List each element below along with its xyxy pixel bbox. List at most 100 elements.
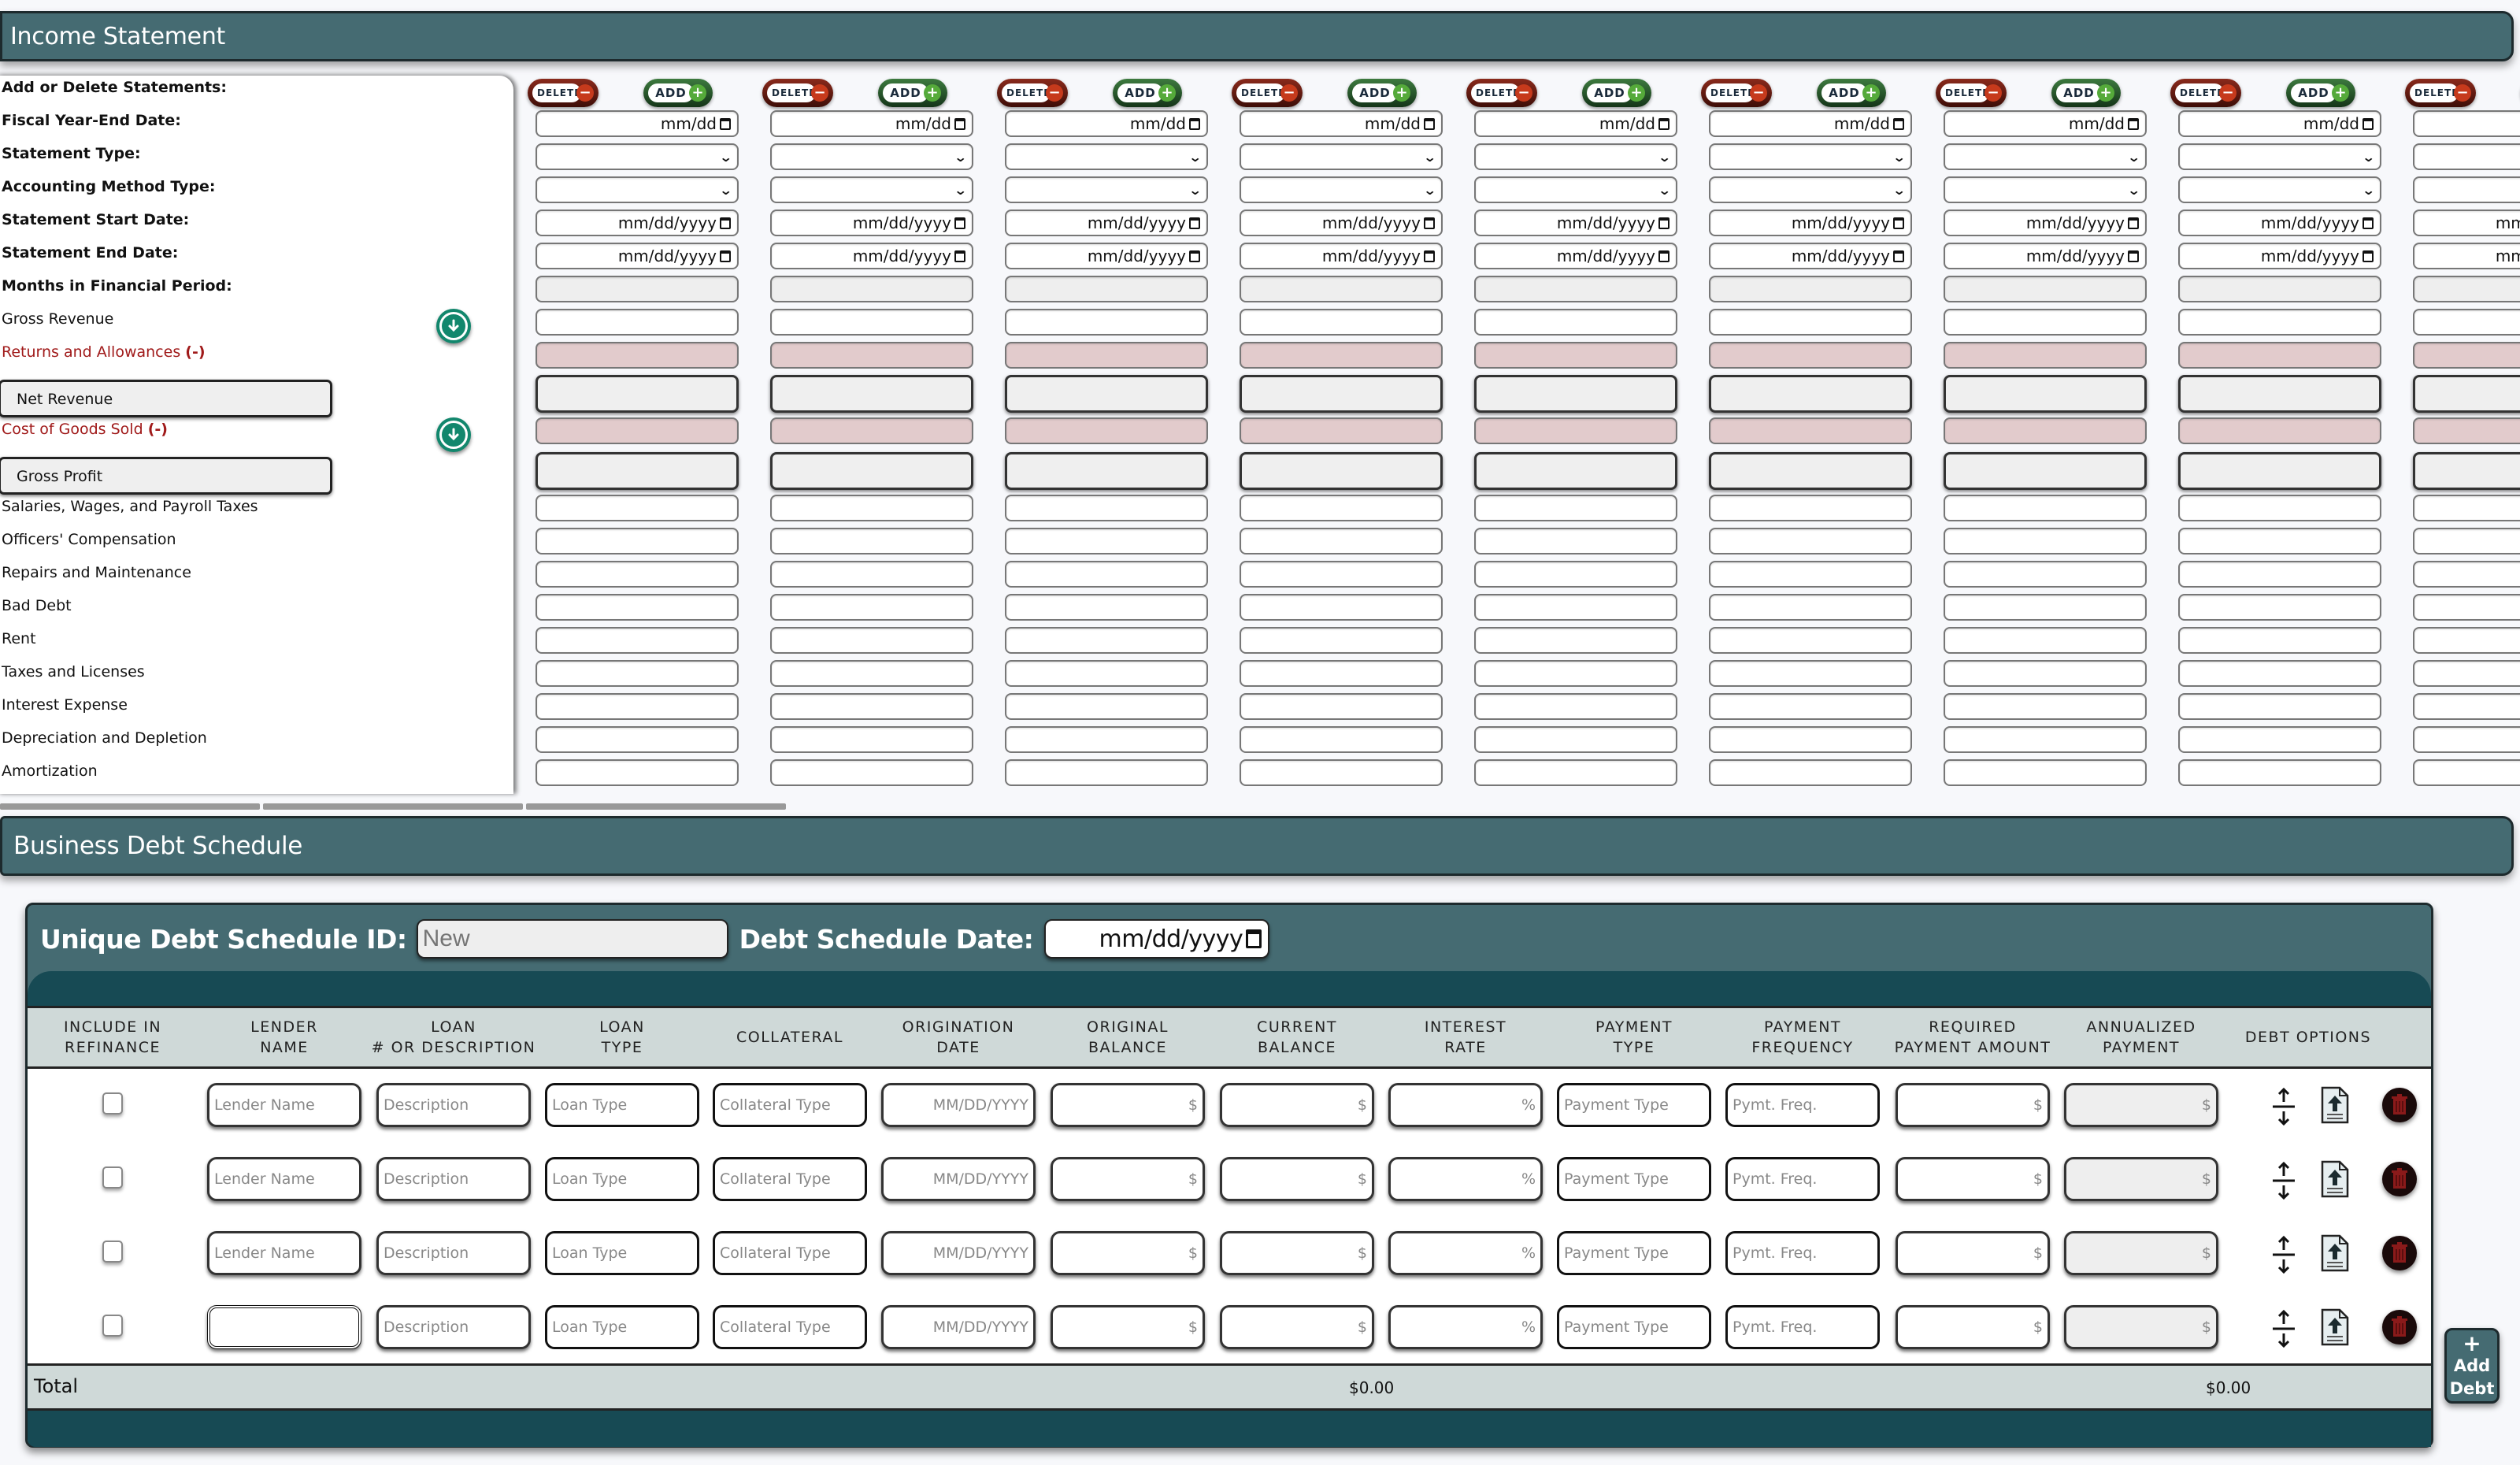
statement-start-field[interactable]: mm/dd/yyyy (770, 210, 973, 236)
repairs-field[interactable] (1944, 561, 2147, 588)
officers-comp-field[interactable] (1005, 528, 1208, 554)
origination-date-input[interactable]: MM/DD/YYYY (881, 1083, 1036, 1127)
interest-expense-field[interactable] (2413, 693, 2520, 720)
gross-revenue-field[interactable] (1005, 309, 1208, 336)
bad-debt-field[interactable] (1709, 594, 1912, 621)
returns-allowances-field[interactable] (1709, 342, 1912, 369)
fiscal-year-end-field[interactable]: mm/dd (1005, 110, 1208, 137)
gross-revenue-field[interactable] (770, 309, 973, 336)
calendar-icon[interactable] (1246, 929, 1262, 948)
amortization-field[interactable] (770, 759, 973, 786)
calendar-icon[interactable] (2128, 250, 2139, 262)
delete-statement-button[interactable]: DELETE − (1232, 79, 1303, 107)
statement-start-field[interactable]: mm/dd/yyyy (2413, 210, 2520, 236)
returns-allowances-field[interactable] (1474, 342, 1677, 369)
gross-revenue-field[interactable] (1944, 309, 2147, 336)
depreciation-field[interactable] (536, 726, 739, 753)
add-statement-button[interactable]: ADD + (2286, 79, 2355, 107)
fiscal-year-end-field[interactable]: mm/dd (1474, 110, 1677, 137)
taxes-licenses-field[interactable] (770, 660, 973, 687)
add-statement-button[interactable]: ADD + (1347, 79, 1417, 107)
depreciation-field[interactable] (2178, 726, 2381, 753)
returns-allowances-field[interactable] (2178, 342, 2381, 369)
delete-statement-button[interactable]: DELETE − (1701, 79, 1772, 107)
statement-type-field[interactable]: ⌄ (770, 143, 973, 170)
statement-end-field[interactable]: mm/dd/yyyy (770, 243, 973, 269)
statement-type-field[interactable]: ⌄ (1240, 143, 1443, 170)
calendar-icon[interactable] (1189, 250, 1200, 262)
taxes-licenses-field[interactable] (2413, 660, 2520, 687)
calendar-icon[interactable] (2128, 117, 2139, 130)
calendar-icon[interactable] (1658, 217, 1670, 229)
include-refinance-checkbox[interactable] (102, 1241, 123, 1263)
gross-revenue-field[interactable] (1240, 309, 1443, 336)
accounting-method-field[interactable]: ⌄ (2178, 176, 2381, 203)
taxes-licenses-field[interactable] (536, 660, 739, 687)
officers-comp-field[interactable] (1709, 528, 1912, 554)
statement-type-field[interactable]: ⌄ (2178, 143, 2381, 170)
gross-revenue-expand-button[interactable] (436, 309, 471, 343)
payment-frequency-select[interactable]: Pymt. Freq. (1725, 1231, 1880, 1275)
description-input[interactable]: Description (376, 1083, 531, 1127)
bad-debt-field[interactable] (1474, 594, 1677, 621)
reorder-button[interactable] (2270, 1308, 2297, 1349)
accounting-method-field[interactable]: ⌄ (1005, 176, 1208, 203)
rent-field[interactable] (1474, 627, 1677, 654)
officers-comp-field[interactable] (2178, 528, 2381, 554)
statement-start-field[interactable]: mm/dd/yyyy (1944, 210, 2147, 236)
upload-document-button[interactable] (2319, 1233, 2351, 1274)
officers-comp-field[interactable] (1474, 528, 1677, 554)
fiscal-year-end-field[interactable]: mm/dd (536, 110, 739, 137)
returns-allowances-field[interactable] (2413, 342, 2520, 369)
repairs-field[interactable] (770, 561, 973, 588)
statement-type-field[interactable]: ⌄ (2413, 143, 2520, 170)
loan-type-select[interactable]: Loan Type (545, 1083, 699, 1127)
returns-allowances-field[interactable] (1240, 342, 1443, 369)
delete-debt-button[interactable] (2382, 1088, 2417, 1122)
accounting-method-field[interactable]: ⌄ (2413, 176, 2520, 203)
description-input[interactable]: Description (376, 1305, 531, 1349)
calendar-icon[interactable] (720, 250, 731, 262)
repairs-field[interactable] (2413, 561, 2520, 588)
officers-comp-field[interactable] (2413, 528, 2520, 554)
add-statement-button[interactable]: ADD + (878, 79, 947, 107)
interest-expense-field[interactable] (2178, 693, 2381, 720)
taxes-licenses-field[interactable] (1240, 660, 1443, 687)
calendar-icon[interactable] (720, 217, 731, 229)
salaries-field[interactable] (1240, 495, 1443, 521)
current-balance-input[interactable]: $ (1220, 1231, 1374, 1275)
collateral-type-select[interactable]: Collateral Type (713, 1083, 867, 1127)
amortization-field[interactable] (1240, 759, 1443, 786)
reorder-button[interactable] (2270, 1234, 2297, 1275)
depreciation-field[interactable] (770, 726, 973, 753)
delete-statement-button[interactable]: DELETE − (1466, 79, 1537, 107)
interest-expense-field[interactable] (1474, 693, 1677, 720)
add-statement-button[interactable]: ADD + (643, 79, 713, 107)
statement-end-field[interactable]: mm/dd/yyyy (1005, 243, 1208, 269)
rent-field[interactable] (1240, 627, 1443, 654)
calendar-icon[interactable] (1893, 250, 1904, 262)
repairs-field[interactable] (2178, 561, 2381, 588)
repairs-field[interactable] (536, 561, 739, 588)
interest-expense-field[interactable] (1240, 693, 1443, 720)
repairs-field[interactable] (1005, 561, 1208, 588)
accounting-method-field[interactable]: ⌄ (1709, 176, 1912, 203)
lender-name-input[interactable]: Lender Name (207, 1157, 361, 1201)
salaries-field[interactable] (770, 495, 973, 521)
interest-expense-field[interactable] (1005, 693, 1208, 720)
fiscal-year-end-field[interactable]: mm/dd (1709, 110, 1912, 137)
upload-document-button[interactable] (2319, 1159, 2351, 1200)
calendar-icon[interactable] (2362, 217, 2374, 229)
current-balance-input[interactable]: $ (1220, 1305, 1374, 1349)
origination-date-input[interactable]: MM/DD/YYYY (881, 1305, 1036, 1349)
cogs-field[interactable] (536, 417, 739, 444)
depreciation-field[interactable] (2413, 726, 2520, 753)
returns-allowances-field[interactable] (1944, 342, 2147, 369)
fiscal-year-end-field[interactable]: mm/dd (2178, 110, 2381, 137)
bad-debt-field[interactable] (1240, 594, 1443, 621)
salaries-field[interactable] (1005, 495, 1208, 521)
statement-end-field[interactable]: mm/dd/yyyy (1944, 243, 2147, 269)
calendar-icon[interactable] (1893, 117, 1904, 130)
reorder-button[interactable] (2270, 1086, 2297, 1127)
original-balance-input[interactable]: $ (1051, 1231, 1205, 1275)
